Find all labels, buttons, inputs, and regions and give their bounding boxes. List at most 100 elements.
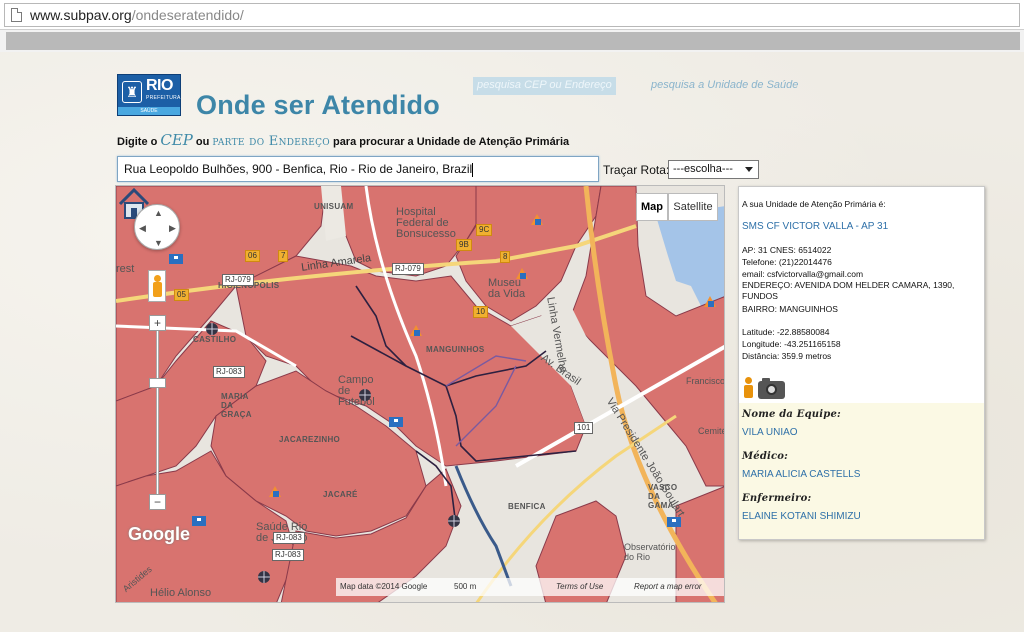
team-label: Nome da Equipe: — [742, 409, 841, 420]
route-label: Traçar Rota: — [603, 163, 670, 177]
shield-9c: 9C — [476, 224, 493, 236]
label-museu: Museu da Vida — [488, 277, 526, 300]
label-rest: rest — [116, 263, 135, 275]
hospital-icon[interactable] — [191, 513, 207, 527]
unit-address: ENDEREÇO: AVENIDA DOM HELDER CAMARA, 139… — [742, 280, 955, 301]
browser-address-bar: www.subpav.org/ondeseratendido/ — [0, 0, 1024, 30]
shield-8: 8 — [500, 251, 511, 263]
rio-prefeitura-logo[interactable]: ♜ RIO PREFEITURA SAÚDE — [117, 74, 181, 116]
pan-right-icon[interactable]: ▶ — [169, 223, 176, 234]
shield-rj083-a: RJ-083 — [213, 366, 245, 378]
map-footer: Map data ©2014 Google 500 m Terms of Use… — [336, 578, 724, 596]
pan-left-icon[interactable]: ◀ — [139, 223, 146, 234]
address-value: Rua Leopoldo Bulhões, 900 - Benfica, Rio… — [124, 162, 473, 176]
unit-phone: Telefone: (21)22014476 — [742, 257, 832, 267]
search-instructions: Digite o CEP ou parte do Endereço para p… — [117, 131, 569, 149]
pan-down-icon[interactable]: ▼ — [154, 238, 163, 248]
url-field[interactable]: www.subpav.org/ondeseratendido/ — [4, 3, 1020, 27]
map-type-map-button[interactable]: Map — [636, 193, 668, 221]
url-path: /ondeseratendido/ — [131, 7, 244, 23]
label-cemiterio: Cemitério — [698, 426, 724, 436]
browser-toolbar — [0, 30, 1024, 52]
route-select-value: ---escolha--- — [673, 163, 733, 175]
pan-control[interactable]: ▲ ▼ ◀ ▶ — [134, 204, 180, 250]
label-observatorio: Observatório do Rio — [624, 542, 676, 562]
panel-heading: A sua Unidade de Atenção Primária é: — [742, 199, 886, 209]
label-unisuam: UNISUAM — [314, 202, 354, 211]
unit-name-link[interactable]: SMS CF VICTOR VALLA - AP 31 — [742, 221, 888, 232]
search-cep-link[interactable]: pesquisa CEP ou Endereço — [473, 77, 616, 95]
unit-email: email: csfvictorvalla@gmail.com — [742, 269, 864, 279]
globe-icon[interactable] — [357, 388, 373, 402]
search-unit-link[interactable]: pesquisa a Unidade de Saúde — [647, 77, 802, 95]
label-manguinhos: MANGUINHOS — [426, 345, 485, 354]
toolbar-strip — [6, 32, 1020, 50]
globe-icon[interactable] — [446, 514, 462, 528]
shield-rj079-b: RJ-079 — [392, 263, 424, 275]
label-jacare: JACARÉ — [323, 490, 358, 499]
report-error-link[interactable]: Report a map error — [634, 578, 702, 596]
health-unit-icon[interactable] — [408, 323, 424, 337]
hospital-icon[interactable] — [388, 414, 404, 428]
globe-icon[interactable] — [256, 570, 272, 584]
map-canvas[interactable] — [116, 186, 725, 603]
map-type-satellite-button[interactable]: Satellite — [668, 193, 718, 221]
shield-101: 101 — [574, 422, 594, 434]
label-benfica: BENFICA — [508, 502, 546, 511]
shield-rj079: RJ-079 — [222, 274, 254, 286]
shield-06: 06 — [245, 250, 260, 262]
unit-info-panel: A sua Unidade de Atenção Primária é: SMS… — [738, 186, 985, 540]
unit-latitude: Latitude: -22.88580084 — [742, 327, 830, 337]
hospital-icon[interactable] — [666, 514, 682, 528]
google-map[interactable]: UNISUAM Hospital Federal de Bonsucesso L… — [115, 185, 725, 603]
health-unit-icon[interactable] — [702, 294, 718, 308]
text-caret — [472, 162, 474, 177]
zoom-slider-track[interactable] — [156, 323, 159, 501]
medico-value[interactable]: MARIA ALICIA CASTELLS — [742, 469, 860, 480]
hospital-icon[interactable] — [168, 251, 184, 265]
google-logo: Google — [128, 524, 190, 544]
page-icon — [11, 8, 22, 22]
camera-icon[interactable] — [758, 378, 785, 399]
globe-icon[interactable] — [204, 322, 220, 336]
instr-prefix: Digite o — [117, 136, 158, 148]
instr-parte: parte do Endereço — [212, 134, 330, 149]
instr-ou: ou — [195, 136, 210, 148]
logo-prefeitura-text: PREFEITURA — [146, 95, 181, 101]
health-unit-icon[interactable] — [267, 484, 283, 498]
unit-ap-cnes: AP: 31 CNES: 6514022 — [742, 245, 832, 255]
zoom-in-button[interactable]: + — [149, 315, 166, 331]
street-view-pegman-icon[interactable] — [148, 270, 166, 302]
unit-bairro: BAIRRO: MANGUINHOS — [742, 304, 838, 314]
shield-7: 7 — [278, 250, 289, 262]
pan-up-icon[interactable]: ▲ — [154, 208, 163, 218]
label-castilho: CASTILHO — [193, 335, 237, 344]
label-helio: Hélio Alonso — [150, 587, 212, 599]
instr-cep: CEP — [160, 131, 193, 149]
address-input[interactable]: Rua Leopoldo Bulhões, 900 - Benfica, Rio… — [117, 156, 599, 182]
zoom-out-button[interactable]: − — [149, 494, 166, 510]
enfermeiro-label: Enfermeiro: — [742, 493, 812, 504]
zoom-slider-knob[interactable] — [149, 378, 166, 388]
shield-rj083-b: RJ-083 — [272, 549, 304, 561]
shield-10: 10 — [473, 306, 488, 318]
label-hospital: Hospital Federal de Bonsucesso — [396, 206, 456, 240]
enfermeiro-value[interactable]: ELAINE KOTANI SHIMIZU — [742, 511, 861, 522]
team-box: Nome da Equipe: VILA UNIAO Médico: MARIA… — [739, 403, 984, 539]
page-title: Onde ser Atendido — [196, 90, 440, 120]
label-francisco: Francisco — [686, 376, 725, 386]
health-unit-icon[interactable] — [514, 266, 530, 280]
team-value[interactable]: VILA UNIAO — [742, 427, 798, 438]
unit-distance: Distância: 359.9 metros — [742, 351, 832, 361]
route-select[interactable]: ---escolha--- — [668, 160, 759, 179]
terms-link[interactable]: Terms of Use — [556, 578, 603, 596]
shield-rj083-c: RJ-083 — [273, 532, 305, 544]
street-view-icon[interactable] — [742, 377, 754, 399]
label-maria-graca: MARIA DA GRAÇA — [221, 392, 252, 419]
url-domain: www.subpav.org — [30, 7, 132, 23]
health-unit-icon[interactable] — [529, 212, 545, 226]
map-scale: 500 m — [454, 582, 477, 591]
logo-rio-text: RIO — [146, 77, 173, 94]
map-attribution: Map data ©2014 Google — [340, 582, 428, 591]
medico-label: Médico: — [742, 451, 789, 462]
